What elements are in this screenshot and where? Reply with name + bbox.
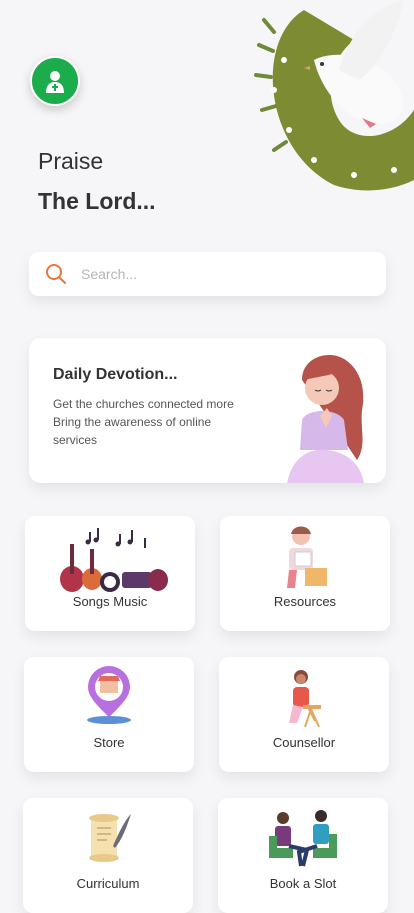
meeting-chairs-icon [269, 810, 337, 867]
devotion-title: Daily Devotion... [53, 366, 178, 383]
counsellor-icon [289, 670, 321, 728]
scroll-quill-icon [89, 814, 131, 862]
profile-avatar-button[interactable] [30, 56, 80, 106]
menu-label: Counsellor [272, 735, 336, 750]
music-instruments-icon [60, 528, 168, 592]
daily-devotion-card[interactable]: Daily Devotion... Get the churches conne… [29, 338, 386, 483]
menu-card-resources[interactable]: Resources [220, 516, 390, 631]
menu-label: Resources [273, 594, 337, 609]
praying-girl-illustration [287, 355, 364, 483]
menu-label: Book a Slot [269, 876, 337, 891]
reading-girl-icon [287, 526, 327, 588]
dove-wreath-icon [254, 0, 414, 191]
menu-label: Store [93, 735, 125, 750]
menu-card-counsellor[interactable]: Counsellor [219, 657, 389, 772]
search-icon [46, 264, 66, 284]
menu-label: Curriculum [76, 876, 140, 891]
search-input[interactable] [79, 265, 343, 283]
page-title: The Lord... [38, 188, 156, 214]
menu-label: Songs Music [72, 594, 148, 609]
greeting-text: Praise [38, 148, 104, 174]
menu-card-store[interactable]: Store [24, 657, 194, 772]
menu-card-songs-music[interactable]: Songs Music [25, 516, 195, 631]
devotion-description: Get the churches connected more Bring th… [53, 397, 234, 447]
pastor-icon [46, 71, 64, 93]
store-pin-icon [87, 666, 131, 724]
search-bar[interactable] [29, 252, 386, 296]
